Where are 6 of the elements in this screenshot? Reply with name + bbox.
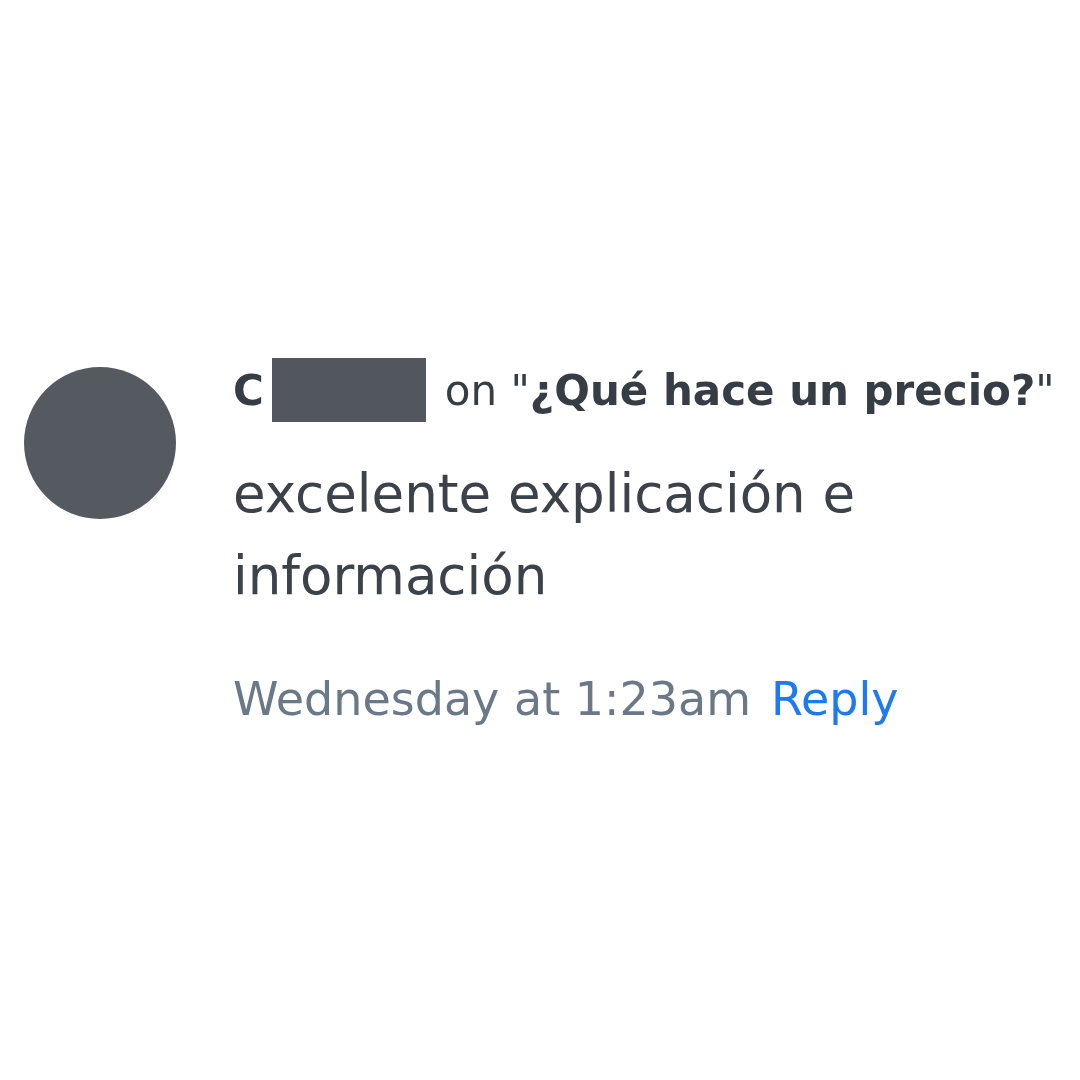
comment-text: excelente explicación e información — [233, 462, 857, 608]
avatar-icon — [24, 367, 176, 519]
reply-link[interactable]: Reply — [771, 669, 899, 729]
post-context: on "¿Qué hace un precio?" — [444, 365, 1055, 415]
author-name: C — [233, 365, 264, 415]
comment-timestamp: Wednesday at 1:23am — [233, 671, 752, 728]
